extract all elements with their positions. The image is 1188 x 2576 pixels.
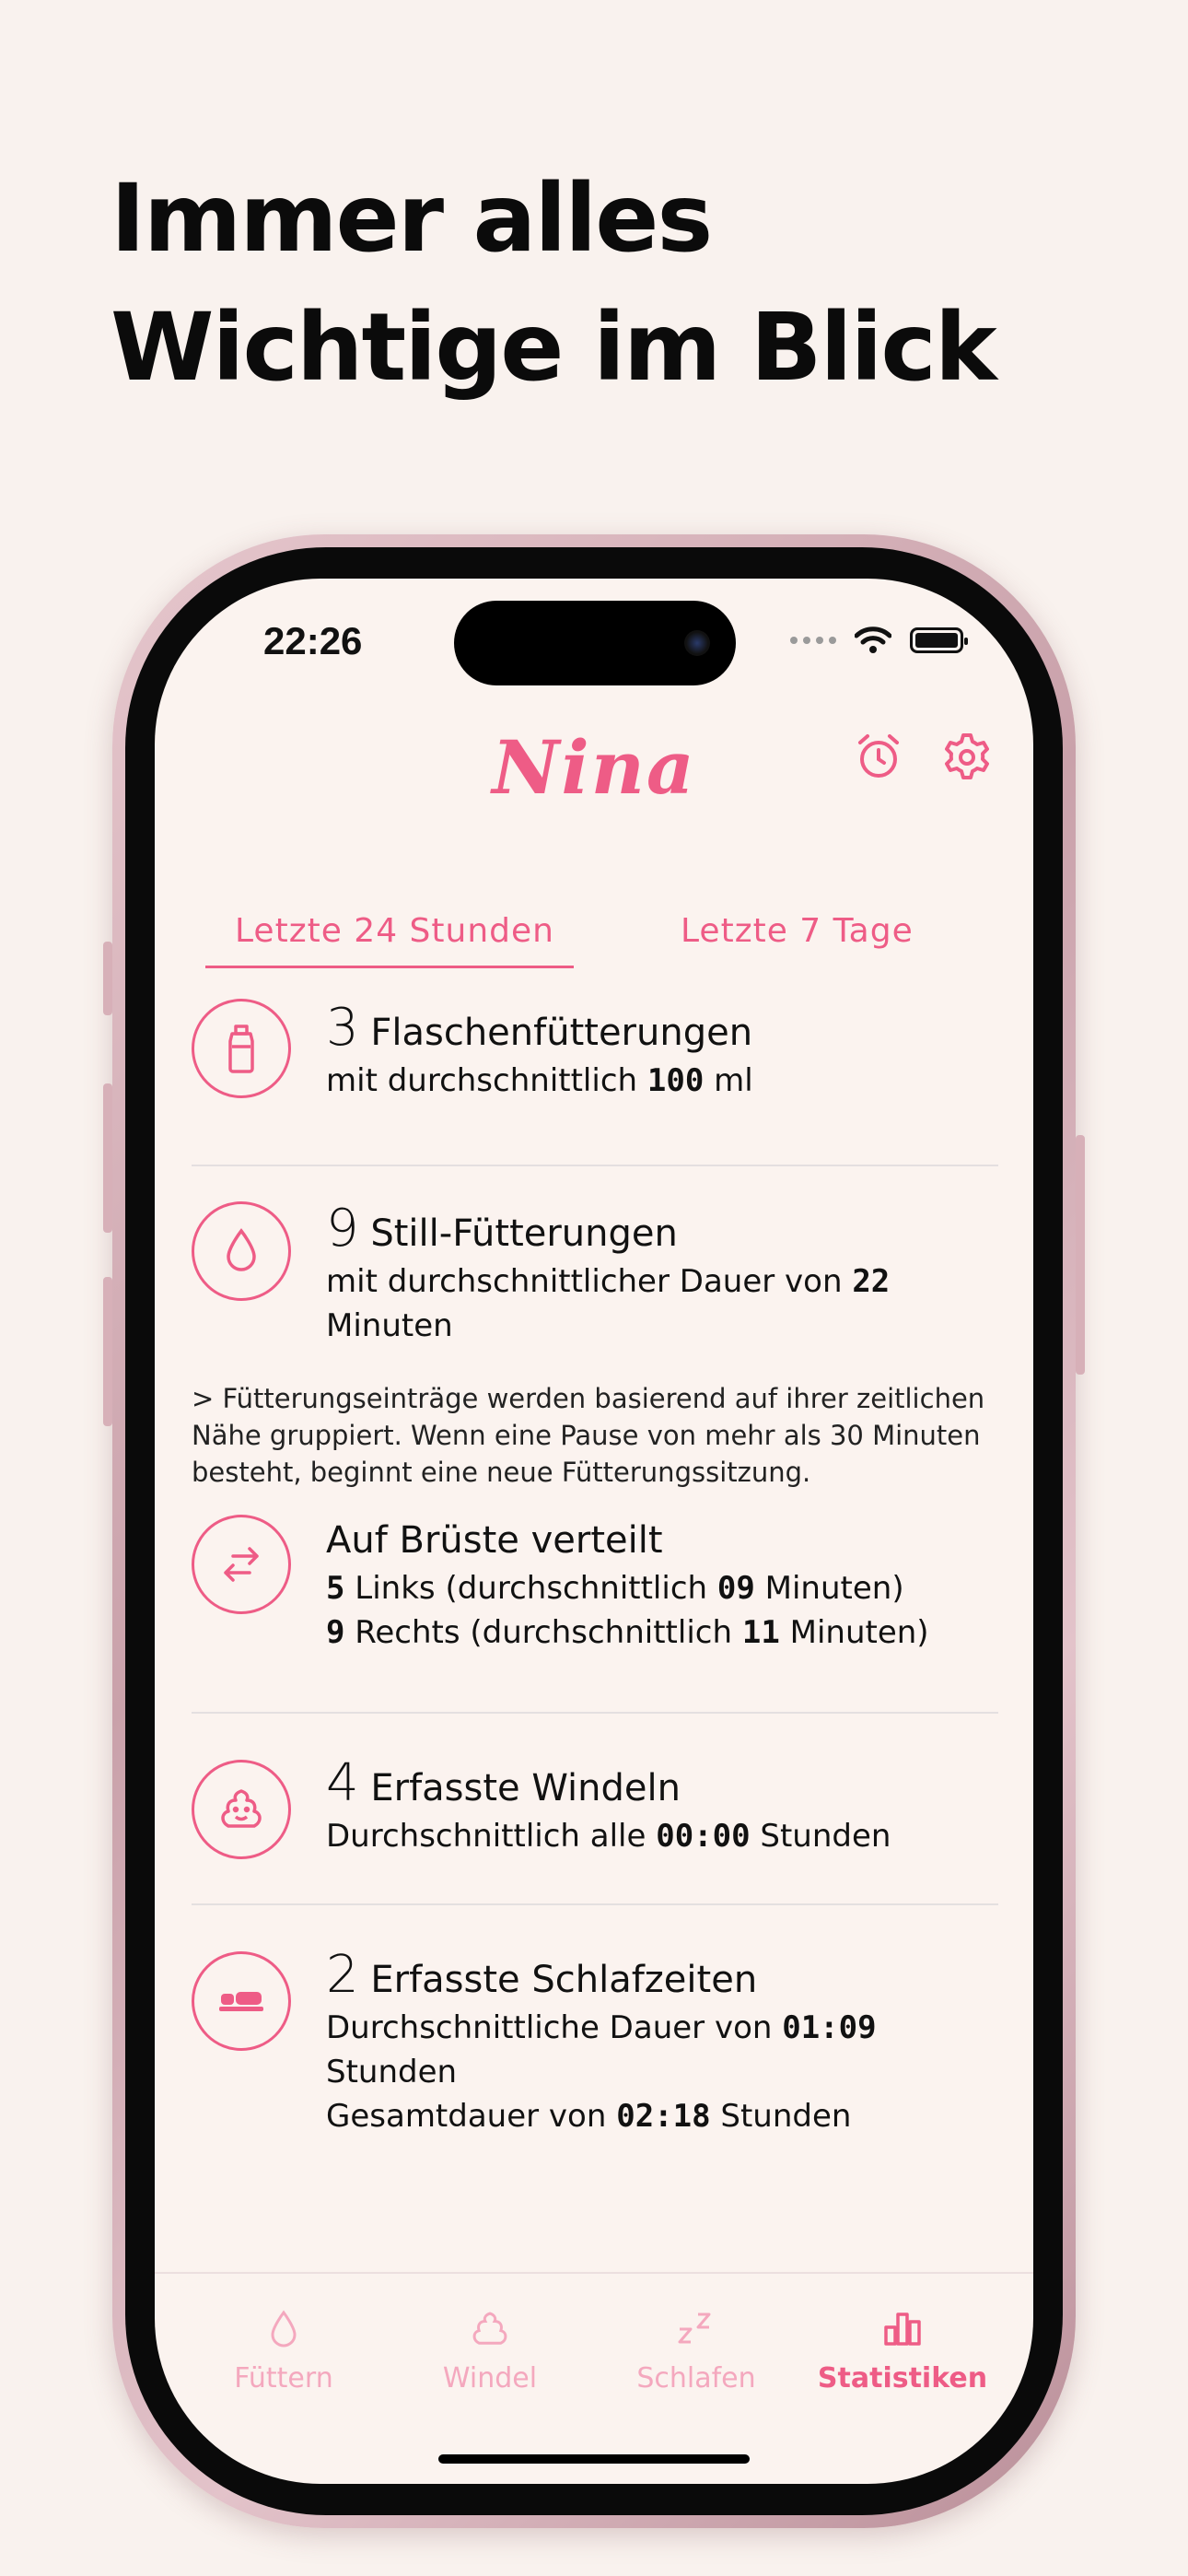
tabbar-label: Windel bbox=[442, 2362, 538, 2395]
headline: Immer alles Wichtige im Blick bbox=[111, 155, 997, 413]
headline-line-1: Immer alles bbox=[111, 164, 713, 274]
battery-icon bbox=[910, 627, 968, 653]
power-button bbox=[1076, 1135, 1085, 1375]
poop-icon bbox=[192, 1760, 291, 1859]
phone-screen: 22:26 Nina Letzte 24 Stunden Letzte 7 Ta… bbox=[155, 579, 1033, 2484]
tabbar-item-feeding[interactable]: Füttern bbox=[192, 2309, 376, 2395]
sleep-row: 2 Erfasste Schlafzeiten Durchschnittlich… bbox=[192, 1905, 998, 2145]
tab-last-7-days[interactable]: Letzte 7 Tage bbox=[681, 912, 914, 950]
volume-down-button bbox=[103, 1277, 112, 1426]
status-time: 22:26 bbox=[263, 619, 363, 662]
swap-arrows-icon bbox=[192, 1515, 291, 1614]
tabbar-item-diaper[interactable]: Windel bbox=[398, 2309, 582, 2395]
period-tabs: Letzte 24 Stunden Letzte 7 Tage bbox=[205, 912, 983, 968]
bottle-feedings-average: mit durchschnittlich 100 ml bbox=[326, 1062, 753, 1099]
gear-icon[interactable] bbox=[941, 732, 993, 783]
tabbar-label: Statistiken bbox=[817, 2362, 988, 2395]
bar-chart-icon bbox=[884, 2313, 921, 2346]
bottle-feedings-row: 3 Flaschenfütterungen mit durchschnittli… bbox=[192, 995, 998, 1165]
bottle-icon bbox=[192, 999, 291, 1098]
wifi-icon bbox=[855, 626, 891, 653]
tab-last-24-hours[interactable]: Letzte 24 Stunden bbox=[235, 912, 554, 950]
tabbar-label: Füttern bbox=[234, 2362, 333, 2395]
tabbar-label: Schlafen bbox=[636, 2362, 756, 2395]
headline-line-2: Wichtige im Blick bbox=[111, 293, 997, 403]
breast-sides-title: Auf Brüste verteilt bbox=[326, 1519, 663, 1562]
breast-feedings-average: mit durchschnittlicher Dauer von 22 Minut… bbox=[326, 1263, 891, 1344]
tabbar-item-sleep[interactable]: Schlafen bbox=[604, 2309, 788, 2395]
diapers-row: 4 Erfasste Windeln Durchschnittlich alle… bbox=[192, 1714, 998, 1903]
tabbar-item-statistics[interactable]: Statistiken bbox=[810, 2309, 995, 2395]
sleep-total: Gesamtdauer von 02:18 Stunden bbox=[326, 2098, 852, 2135]
bed-icon bbox=[192, 1951, 291, 2051]
breast-feedings-row: 9 Still-Fütterungen mit durchschnittlich… bbox=[192, 1166, 998, 1380]
alarm-icon[interactable] bbox=[853, 732, 904, 783]
volume-up-button bbox=[103, 1083, 112, 1233]
dynamic-island bbox=[454, 601, 736, 685]
home-indicator bbox=[438, 2454, 750, 2464]
drop-icon bbox=[192, 1201, 291, 1301]
selected-tab-indicator bbox=[205, 966, 574, 968]
stats-list: 3 Flaschenfütterungen mit durchschnittli… bbox=[192, 995, 998, 2145]
feeding-grouping-note: > Fütterungseinträge werden basierend au… bbox=[192, 1383, 985, 1488]
bottom-tab-bar: Füttern Windel Schlafen Statistiken bbox=[155, 2272, 1033, 2484]
breast-sides-row: Auf Brüste verteilt 5 Links (durchschnit… bbox=[192, 1515, 998, 1712]
drop-icon bbox=[271, 2310, 297, 2348]
signal-icon bbox=[790, 637, 836, 644]
status-indicators bbox=[790, 626, 968, 654]
zz-icon bbox=[678, 2313, 711, 2344]
diapers-average: Durchschnittlich alle 00:00 Stunden bbox=[326, 1818, 891, 1855]
right-side-stat: 9 Rechts (durchschnittlich 11 Minuten) bbox=[326, 1614, 929, 1651]
camera-icon bbox=[684, 630, 710, 656]
breast-feedings-title: 9 Still-Fütterungen bbox=[326, 1199, 678, 1259]
diapers-title: 4 Erfasste Windeln bbox=[326, 1753, 681, 1813]
sleep-average: Durchschnittliche Dauer von 01:09 Stunden bbox=[326, 2009, 877, 2090]
left-side-stat: 5 Links (durchschnittlich 09 Minuten) bbox=[326, 1570, 904, 1607]
bottle-feedings-title: 3 Flaschenfütterungen bbox=[326, 998, 753, 1058]
action-button bbox=[103, 942, 112, 1015]
poop-icon bbox=[472, 2312, 507, 2345]
sleep-title: 2 Erfasste Schlafzeiten bbox=[326, 1945, 758, 2005]
